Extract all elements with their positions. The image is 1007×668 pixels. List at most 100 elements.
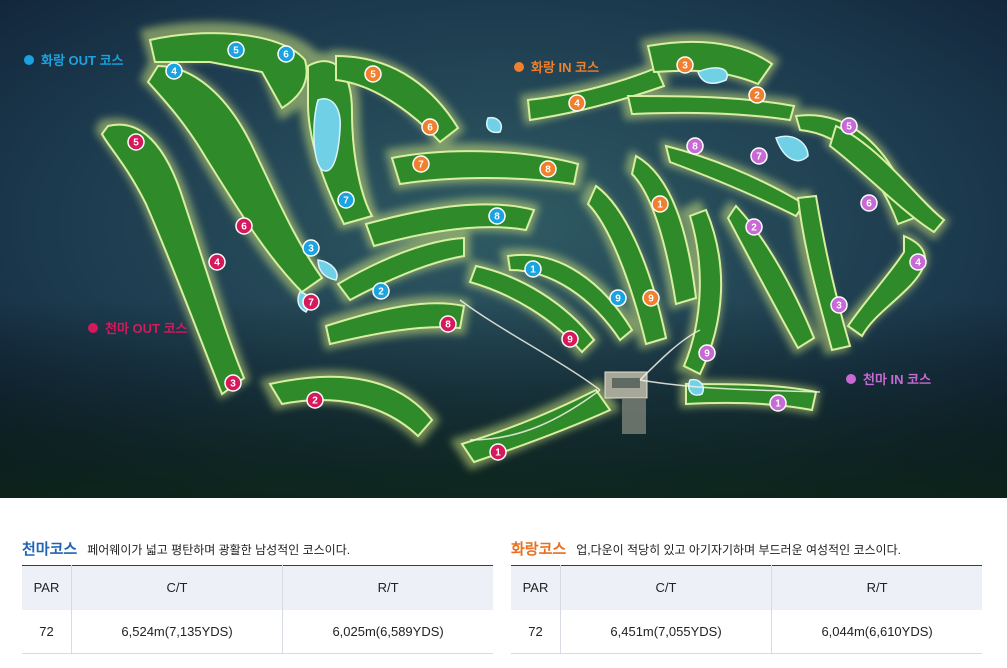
hole-marker-chunma-in-3: 3 [830,296,848,314]
course-block-chunma: 천마코스 페어웨이가 넓고 평탄하며 광활한 남성적인 코스이다. PAR C/… [22,538,493,654]
course-description: 업,다운이 적당히 있고 아기자기하며 부드러운 여성적인 코스이다. [576,543,901,557]
legend-label: 천마 OUT 코스 [105,321,188,336]
hole-number-label: 6 [866,199,872,210]
hole-number-label: 4 [214,258,220,269]
hole-number-label: 9 [648,294,654,305]
hole-marker-chunma-in-9: 9 [698,344,716,362]
course-block-hwarang: 화랑코스 업,다운이 적당히 있고 아기자기하며 부드러운 여성적인 코스이다.… [511,538,982,654]
hole-number-label: 2 [751,223,757,234]
legend-dot [846,373,856,384]
header-par: PAR [511,565,561,610]
hole-number-label: 2 [378,287,384,298]
header-rt: R/T [866,580,888,596]
hole-marker-chunma-in-6: 6 [860,194,878,212]
cell-rt: 6,025m(6,589YDS) [282,609,493,654]
hole-marker-chunma-out-6: 6 [235,217,253,235]
hole-number-label: 8 [494,212,500,223]
hole-marker-chunma-out-9: 9 [561,330,579,348]
hole-marker-hwarang-out-6: 6 [277,45,295,63]
hole-marker-hwarang-out-1: 1 [524,260,542,278]
table-header-row: PAR C/T R/T [22,565,493,610]
hole-number-label: 6 [427,123,433,134]
header-rt: R/T [377,580,399,596]
hole-number-label: 9 [567,335,573,346]
legend-chunma-in: 천마 IN 코스 [846,369,931,388]
legend-label: 화랑 IN 코스 [531,60,600,75]
course-title: 천마코스 [22,541,78,558]
legend-hwarang-out: 화랑 OUT 코스 [24,50,124,69]
hole-marker-hwarang-in-1: 1 [651,195,669,213]
hole-marker-chunma-in-4: 4 [909,253,927,271]
hole-marker-chunma-out-7: 7 [302,293,320,311]
hole-marker-hwarang-in-4: 4 [568,94,586,112]
cell-ct: 6,524m(7,135YDS) [71,609,284,654]
hole-number-label: 5 [846,122,852,133]
hole-number-label: 9 [615,294,621,305]
hole-number-label: 7 [343,196,349,207]
hole-number-label: 4 [171,67,177,78]
header-ct: C/T [560,565,773,610]
hole-marker-hwarang-in-8: 8 [539,160,557,178]
hole-marker-hwarang-in-6: 6 [421,118,439,136]
hole-number-label: 1 [530,265,536,276]
hole-number-label: 1 [657,200,663,211]
header-ct: C/T [71,565,284,610]
hole-number-label: 3 [308,244,314,255]
hole-marker-chunma-out-5: 5 [127,133,145,151]
hole-marker-hwarang-in-2: 2 [748,86,766,104]
hole-marker-chunma-in-1: 1 [769,394,787,412]
cell-ct: 6,451m(7,055YDS) [560,609,773,654]
course-header: 화랑코스 업,다운이 적당히 있고 아기자기하며 부드러운 여성적인 코스이다. [511,538,982,559]
hole-number-label: 8 [445,320,451,331]
cell-rt: 6,044m(6,610YDS) [771,609,982,654]
table-row: 72 6,451m(7,055YDS) 6,044m(6,610YDS) [511,609,982,654]
hole-marker-hwarang-out-5: 5 [227,41,245,59]
hole-number-label: 6 [241,222,247,233]
legend-chunma-out: 천마 OUT 코스 [88,318,188,337]
hole-marker-hwarang-out-8: 8 [488,207,506,225]
legend-hwarang-in: 화랑 IN 코스 [514,57,599,76]
hole-number-label: 8 [545,165,551,176]
legend-label: 화랑 OUT 코스 [41,53,124,68]
hole-number-label: 1 [775,399,781,410]
hole-marker-hwarang-out-7: 7 [337,191,355,209]
table-row: 72 6,524m(7,135YDS) 6,025m(6,589YDS) [22,609,493,654]
hole-marker-hwarang-out-9: 9 [609,289,627,307]
hole-marker-hwarang-out-2: 2 [372,282,390,300]
course-stats-table: PAR C/T R/T 72 6,524m(7,135YDS) 6,025m(6… [22,565,493,654]
hole-number-label: 2 [754,91,760,102]
hole-marker-chunma-in-5: 5 [840,117,858,135]
hole-number-label: 4 [915,258,921,269]
hole-marker-chunma-in-7: 7 [750,147,768,165]
hole-number-label: 2 [312,396,318,407]
hole-number-label: 8 [692,142,698,153]
hole-number-label: 7 [308,298,314,309]
hole-marker-hwarang-in-7: 7 [412,155,430,173]
hole-number-label: 3 [682,61,688,72]
legend-dot [88,322,98,333]
hole-number-label: 4 [574,99,580,110]
hole-marker-hwarang-out-3: 3 [302,239,320,257]
hole-number-label: 7 [418,160,424,171]
course-stats-table: PAR C/T R/T 72 6,451m(7,055YDS) 6,044m(6… [511,565,982,654]
hole-number-label: 5 [370,70,376,81]
hole-number-label: 1 [495,448,501,459]
hole-number-label: 7 [756,152,762,163]
hole-marker-hwarang-in-5: 5 [364,65,382,83]
hole-marker-chunma-out-1: 1 [489,443,507,461]
course-map: 1 2 3 4 5 6 7 8 9 1 2 3 4 5 6 7 8 9 1 2 3 4 5 6 7 8 9 1 2 3 4 5 6 7 8 9 화랑 … [0,0,1007,498]
course-description: 페어웨이가 넓고 평탄하며 광활한 남성적인 코스이다. [87,543,351,557]
legend-dot [24,54,34,65]
hole-marker-chunma-out-4: 4 [208,253,226,271]
hole-number-label: 5 [233,46,239,57]
cell-par: 72 [511,609,561,654]
hole-marker-chunma-out-3: 3 [224,374,242,392]
course-header: 천마코스 페어웨이가 넓고 평탄하며 광활한 남성적인 코스이다. [22,538,493,559]
hole-marker-hwarang-in-9: 9 [642,289,660,307]
hole-number-label: 3 [230,379,236,390]
cell-par: 72 [22,609,72,654]
hole-marker-chunma-out-8: 8 [439,315,457,333]
header-par: PAR [22,565,72,610]
hole-marker-hwarang-out-4: 4 [165,62,183,80]
course-map-svg: 1 2 3 4 5 6 7 8 9 1 2 3 4 5 6 7 8 9 1 2 3 4 5 6 7 8 9 1 2 3 4 5 6 7 8 9 [0,0,1007,498]
